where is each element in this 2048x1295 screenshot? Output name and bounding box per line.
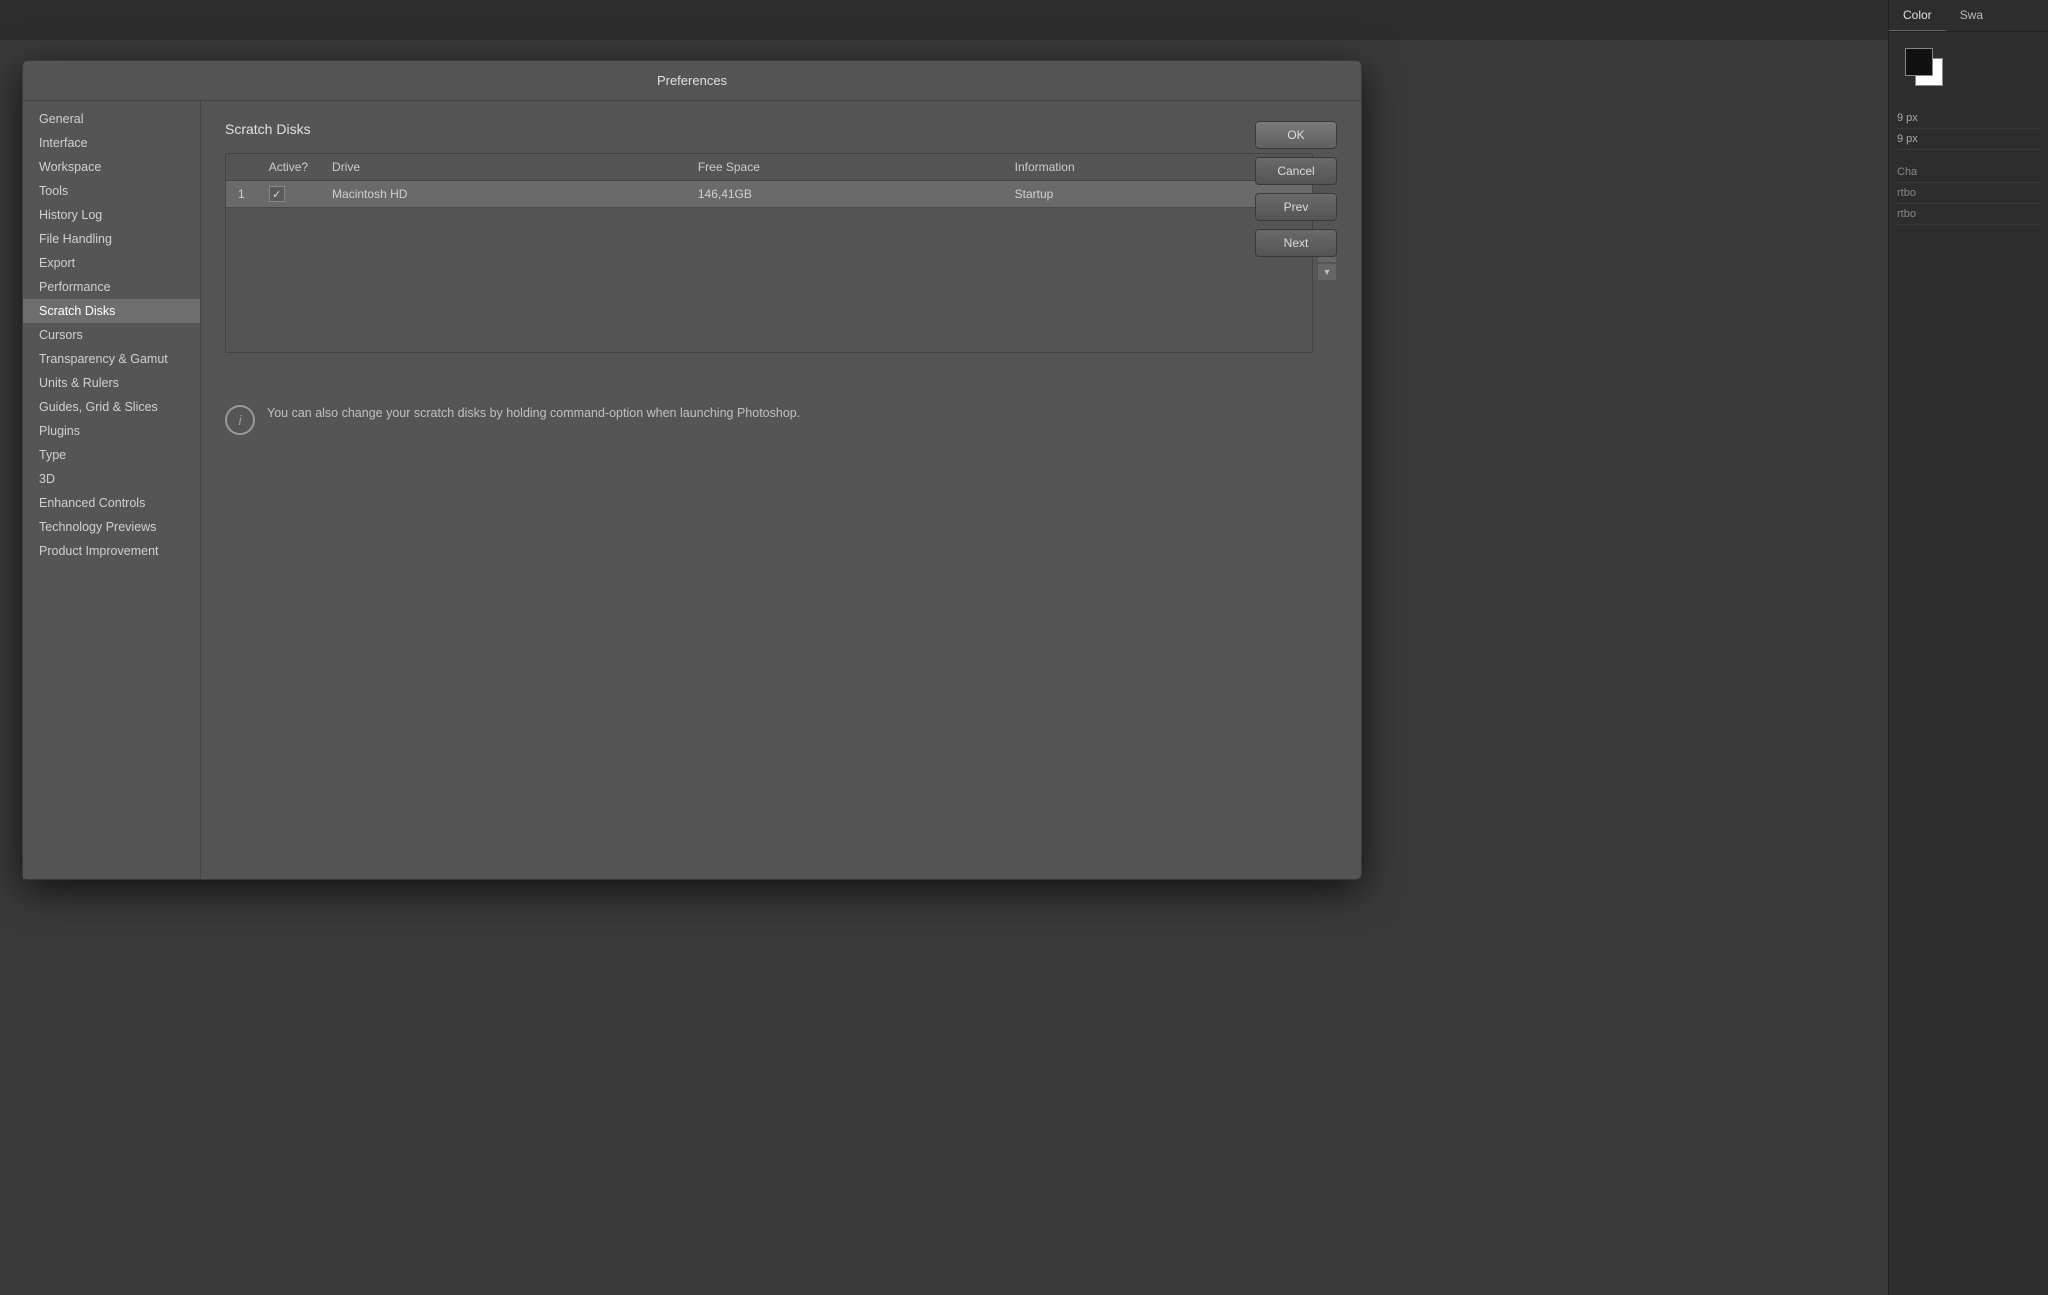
sidebar-item-workspace[interactable]: Workspace [23,155,200,179]
active-checkbox[interactable] [269,186,285,202]
right-panel-item: Cha [1897,162,2040,183]
info-text: You can also change your scratch disks b… [267,403,800,423]
cancel-button[interactable]: Cancel [1255,157,1337,185]
disk-table-area: Active? Drive Free Space Information 1 [225,153,1337,373]
col-header-drive: Drive [320,154,686,181]
sidebar-item-history-log[interactable]: History Log [23,203,200,227]
sidebar-item-cursors[interactable]: Cursors [23,323,200,347]
drive-name: Macintosh HD [320,181,686,208]
row-num: 1 [226,181,257,208]
sidebar-item-file-handling[interactable]: File Handling [23,227,200,251]
sidebar-item-enhanced-controls[interactable]: Enhanced Controls [23,491,200,515]
prev-button[interactable]: Prev [1255,193,1337,221]
dialog-buttons: OK Cancel Prev Next [1255,121,1337,257]
sidebar-item-export[interactable]: Export [23,251,200,275]
right-panel-item: 9 px [1897,129,2040,150]
sidebar-item-transparency-gamut[interactable]: Transparency & Gamut [23,347,200,371]
sidebar-item-3d[interactable]: 3D [23,467,200,491]
dialog-title: Preferences [23,61,1361,101]
right-panel: Color Swa 9 px 9 px Cha rtbo rtbo [1888,0,2048,1295]
dialog-body: General Interface Workspace Tools Histor… [23,101,1361,879]
preferences-sidebar: General Interface Workspace Tools Histor… [23,101,201,879]
right-panel-content: 9 px 9 px Cha rtbo rtbo [1889,100,2048,233]
table-row[interactable]: 1 Macintosh HD 146,41GB Startup [226,181,1312,208]
col-header-free-space: Free Space [686,154,1003,181]
info-icon: i [225,405,255,435]
disk-table-container: Active? Drive Free Space Information 1 [225,153,1313,353]
sidebar-item-general[interactable]: General [23,107,200,131]
sidebar-item-technology-previews[interactable]: Technology Previews [23,515,200,539]
sidebar-item-type[interactable]: Type [23,443,200,467]
col-header-active: Active? [257,154,320,181]
col-header-num [226,154,257,181]
next-button[interactable]: Next [1255,229,1337,257]
sidebar-item-units-rulers[interactable]: Units & Rulers [23,371,200,395]
tab-swatches[interactable]: Swa [1946,0,1997,31]
swatch-box[interactable] [1905,48,1941,84]
right-panel-item: 9 px [1897,108,2040,129]
swatch-foreground [1905,48,1933,76]
main-content: Scratch Disks Active? Drive Free Space I… [201,101,1361,879]
sidebar-item-scratch-disks[interactable]: Scratch Disks [23,299,200,323]
free-space-value: 146,41GB [686,181,1003,208]
scroll-down-arrow[interactable]: ▼ [1317,263,1337,281]
info-note: i You can also change your scratch disks… [225,393,1337,445]
sidebar-item-product-improvement[interactable]: Product Improvement [23,539,200,563]
sidebar-item-plugins[interactable]: Plugins [23,419,200,443]
active-checkbox-cell [257,181,320,208]
sidebar-item-guides-grid-slices[interactable]: Guides, Grid & Slices [23,395,200,419]
sidebar-item-performance[interactable]: Performance [23,275,200,299]
section-title: Scratch Disks [225,121,1337,137]
top-bar [0,0,2048,40]
right-panel-tabs: Color Swa [1889,0,2048,32]
disk-table: Active? Drive Free Space Information 1 [226,154,1312,208]
preferences-dialog: Preferences General Interface Workspace … [22,60,1362,880]
tab-color[interactable]: Color [1889,0,1946,31]
right-panel-item: rtbo [1897,204,2040,225]
sidebar-item-interface[interactable]: Interface [23,131,200,155]
sidebar-item-tools[interactable]: Tools [23,179,200,203]
color-swatch-area [1889,32,2048,100]
right-panel-item: rtbo [1897,183,2040,204]
ok-button[interactable]: OK [1255,121,1337,149]
